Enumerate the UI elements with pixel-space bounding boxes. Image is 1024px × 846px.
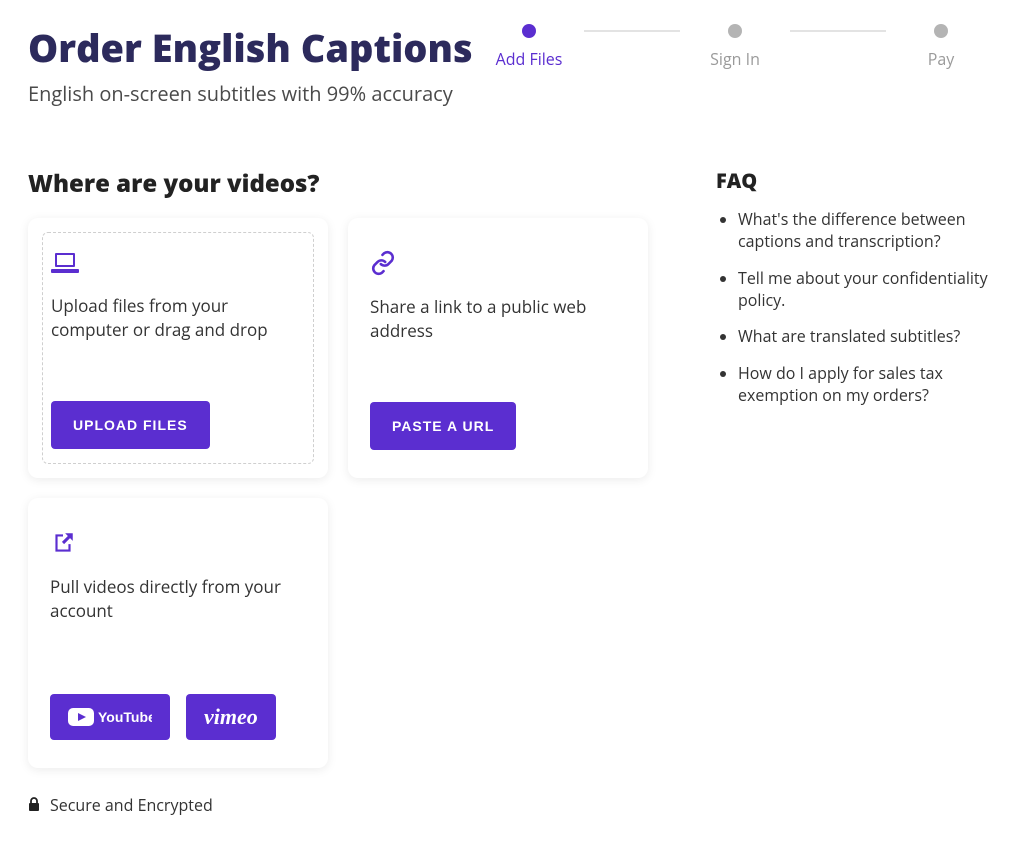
upload-files-button[interactable]: Upload Files <box>51 401 210 449</box>
page-title: Order English Captions <box>28 28 473 70</box>
svg-text:YouTube: YouTube <box>98 709 152 725</box>
step-dot-icon <box>522 24 536 38</box>
faq-panel: FAQ What's the difference between captio… <box>716 167 996 421</box>
vimeo-button[interactable]: vimeo <box>186 694 276 740</box>
step-label: Sign In <box>710 48 760 70</box>
step-connector <box>584 30 680 32</box>
vimeo-logo-icon: vimeo <box>204 704 258 730</box>
faq-title: FAQ <box>716 167 996 194</box>
upload-card: Upload files from your computer or drag … <box>28 218 328 478</box>
section-title: Where are your videos? <box>28 167 676 200</box>
progress-stepper: Add Files Sign In Pay <box>474 20 996 70</box>
step-label: Pay <box>928 48 955 70</box>
laptop-icon <box>51 251 305 280</box>
step-dot-icon <box>934 24 948 38</box>
lock-icon <box>28 794 40 816</box>
step-label: Add Files <box>496 48 563 70</box>
secure-note: Secure and Encrypted <box>28 794 676 816</box>
step-sign-in[interactable]: Sign In <box>680 24 790 70</box>
link-card-text: Share a link to a public web address <box>370 295 626 344</box>
pull-card-text: Pull videos directly from your account <box>50 575 306 624</box>
upload-dropzone[interactable]: Upload files from your computer or drag … <box>42 232 314 464</box>
upload-card-text: Upload files from your computer or drag … <box>51 294 305 343</box>
step-connector <box>790 30 886 32</box>
page-subtitle: English on-screen subtitles with 99% acc… <box>28 80 473 107</box>
youtube-logo-icon: YouTube <box>68 707 152 727</box>
faq-item[interactable]: What are translated subtitles? <box>738 325 996 347</box>
step-pay[interactable]: Pay <box>886 24 996 70</box>
step-dot-icon <box>728 24 742 38</box>
paste-url-button[interactable]: Paste a URL <box>370 402 516 450</box>
pull-card: Pull videos directly from your account Y… <box>28 498 328 768</box>
step-add-files[interactable]: Add Files <box>474 24 584 70</box>
link-card: Share a link to a public web address Pas… <box>348 218 648 478</box>
faq-item[interactable]: What's the difference between captions a… <box>738 208 996 253</box>
faq-item[interactable]: Tell me about your confidentiality polic… <box>738 267 996 312</box>
secure-label: Secure and Encrypted <box>50 794 213 816</box>
faq-item[interactable]: How do I apply for sales tax exemption o… <box>738 362 996 407</box>
youtube-button[interactable]: YouTube <box>50 694 170 740</box>
link-icon <box>370 250 626 281</box>
share-out-icon <box>50 530 306 561</box>
